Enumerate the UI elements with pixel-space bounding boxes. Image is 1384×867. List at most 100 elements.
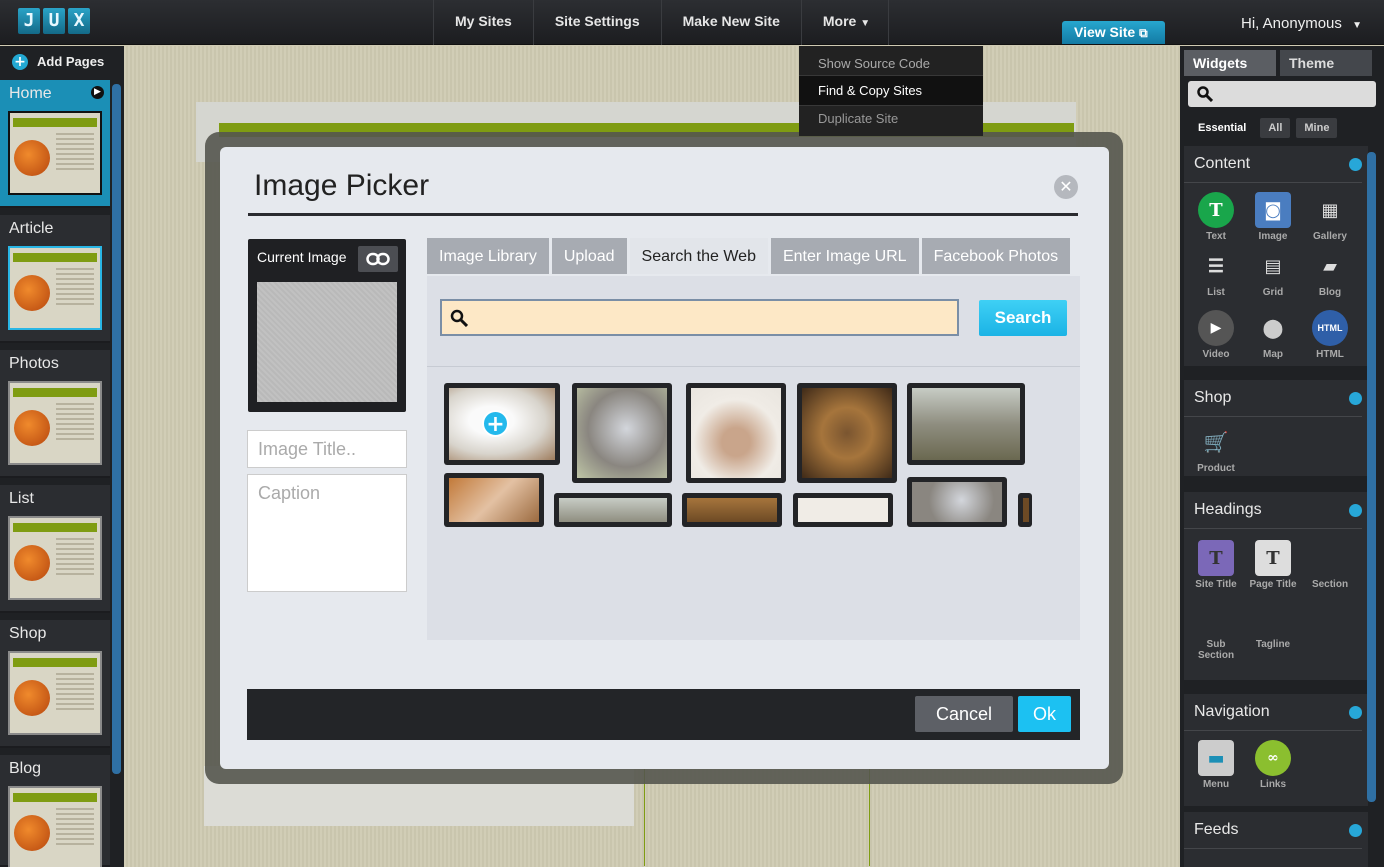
widget-links[interactable]: ∞ Links [1245, 740, 1301, 790]
grid-icon: ▤ [1264, 255, 1282, 277]
image-result[interactable] [1018, 493, 1032, 527]
map-pin-icon: ⬤ [1262, 317, 1284, 339]
widget-text[interactable]: T Text [1188, 192, 1244, 242]
ok-button[interactable]: Ok [1018, 696, 1071, 732]
image-picker-dialog: Image Picker ✕ Current Image Image Title… [220, 147, 1109, 769]
tab-facebook-photos[interactable]: Facebook Photos [921, 238, 1071, 274]
page-item-list[interactable]: List [0, 485, 110, 613]
top-nav: My Sites Site Settings Make New Site Mor… [433, 0, 890, 45]
dialog-footer: Cancel Ok [247, 689, 1080, 740]
widgets-panel: Widgets Theme Essential All Mine Content… [1180, 46, 1384, 867]
site-title-icon: T [1198, 540, 1234, 576]
page-title-icon: T [1255, 540, 1291, 576]
section-shop: Shop 🛒 Product [1184, 380, 1368, 476]
link-icon: ∞ [1255, 740, 1291, 776]
search-results: + [427, 366, 1080, 640]
widget-blog[interactable]: ▰ Blog [1302, 248, 1358, 299]
image-result[interactable] [686, 383, 786, 483]
widget-video[interactable]: ▶ Video [1188, 310, 1244, 360]
text-icon: T [1198, 192, 1234, 228]
play-icon: ▶ [1198, 310, 1234, 346]
image-result[interactable] [682, 493, 782, 527]
page-item-blog[interactable]: Blog [0, 755, 110, 867]
add-icon[interactable]: + [482, 410, 509, 437]
image-result[interactable] [797, 383, 897, 483]
nav-more[interactable]: More ▼ [800, 0, 890, 45]
widget-page-title[interactable]: T Page Title [1245, 540, 1301, 590]
tab-image-library[interactable]: Image Library [427, 238, 549, 274]
section-headings: Headings T Site Title T Page Title Section… [1184, 492, 1368, 680]
search-web-panel: Search + [427, 276, 1080, 640]
widget-menu[interactable]: ▬ Menu [1188, 740, 1244, 790]
expand-icon[interactable] [1349, 824, 1362, 837]
widget-section[interactable]: Section [1302, 540, 1358, 590]
page-item-photos[interactable]: Photos [0, 350, 110, 478]
menu-duplicate-site[interactable]: Duplicate Site [799, 106, 983, 136]
expand-icon[interactable] [1349, 392, 1362, 405]
widgets-scrollbar[interactable] [1367, 152, 1376, 802]
widget-gallery[interactable]: ▦ Gallery [1302, 192, 1358, 243]
top-bar: J U X My Sites Site Settings Make New Si… [0, 0, 1384, 45]
page-thumbnail [8, 246, 102, 330]
widget-image[interactable]: ◙ Image [1245, 192, 1301, 242]
widget-site-title[interactable]: T Site Title [1188, 540, 1244, 590]
widget-search-input[interactable] [1188, 81, 1376, 107]
menu-show-source-code[interactable]: Show Source Code [799, 46, 983, 76]
nav-site-settings[interactable]: Site Settings [532, 0, 661, 45]
add-pages-button[interactable]: + Add Pages [0, 46, 124, 78]
close-icon[interactable]: ✕ [1054, 175, 1078, 199]
web-search-input[interactable] [440, 299, 959, 336]
page-item-article[interactable]: Article [0, 215, 110, 343]
image-result[interactable] [554, 493, 672, 527]
pages-scrollbar[interactable] [112, 84, 121, 774]
widget-html[interactable]: HTML HTML [1302, 310, 1358, 360]
tab-theme[interactable]: Theme [1280, 50, 1372, 76]
widget-product[interactable]: 🛒 Product [1188, 424, 1244, 474]
image-result[interactable] [907, 477, 1007, 527]
image-result[interactable] [907, 383, 1025, 465]
expand-icon[interactable] [1349, 158, 1362, 171]
image-result[interactable] [572, 383, 672, 483]
widget-list[interactable]: ☰ List [1188, 248, 1244, 299]
dialog-title: Image Picker [254, 169, 430, 202]
image-result[interactable]: + [444, 383, 560, 465]
link-button[interactable] [358, 246, 398, 272]
image-title-input[interactable]: Image Title.. [247, 430, 407, 468]
caption-input[interactable]: Caption [247, 474, 407, 592]
tab-upload[interactable]: Upload [551, 238, 627, 274]
expand-icon[interactable] [1349, 504, 1362, 517]
filter-mine[interactable]: Mine [1296, 118, 1338, 138]
widget-sub-section[interactable]: Sub Section [1188, 600, 1244, 661]
search-button[interactable]: Search [979, 300, 1067, 336]
menu-find-copy-sites[interactable]: Find & Copy Sites [799, 76, 983, 106]
expand-icon[interactable] [1349, 706, 1362, 719]
filter-all[interactable]: All [1260, 118, 1291, 138]
page-item-home[interactable]: Home ▶ [0, 80, 110, 208]
source-tabs: Image Library Upload Search the Web Ente… [427, 238, 1071, 274]
cancel-button[interactable]: Cancel [915, 696, 1013, 732]
widget-grid[interactable]: ▤ Grid [1245, 248, 1301, 299]
image-result[interactable] [444, 473, 544, 527]
nav-make-new-site[interactable]: Make New Site [660, 0, 801, 45]
widget-tagline[interactable]: Tagline [1245, 600, 1301, 650]
view-site-button[interactable]: View Site ⧉ [1062, 21, 1165, 44]
tab-enter-image-url[interactable]: Enter Image URL [770, 238, 919, 274]
more-dropdown: Show Source Code Find & Copy Sites Dupli… [799, 46, 983, 136]
page-thumbnail [8, 111, 102, 195]
cart-icon: 🛒 [1203, 430, 1229, 454]
plus-icon: + [12, 54, 28, 70]
filter-essential[interactable]: Essential [1190, 118, 1254, 138]
jux-logo[interactable]: J U X [18, 8, 90, 34]
menu-icon: ▬ [1198, 740, 1234, 776]
tab-search-the-web[interactable]: Search the Web [629, 238, 768, 274]
widget-map[interactable]: ⬤ Map [1245, 310, 1301, 361]
user-menu[interactable]: Hi, Anonymous ▼ [1241, 15, 1362, 32]
arrow-right-icon: ▶ [91, 86, 104, 99]
page-item-shop[interactable]: Shop [0, 620, 110, 748]
image-result[interactable] [793, 493, 893, 527]
page-thumbnail [8, 651, 102, 735]
search-icon [450, 309, 468, 327]
camera-icon: ◙ [1255, 192, 1291, 228]
tab-widgets[interactable]: Widgets [1184, 50, 1276, 76]
nav-my-sites[interactable]: My Sites [433, 0, 533, 45]
